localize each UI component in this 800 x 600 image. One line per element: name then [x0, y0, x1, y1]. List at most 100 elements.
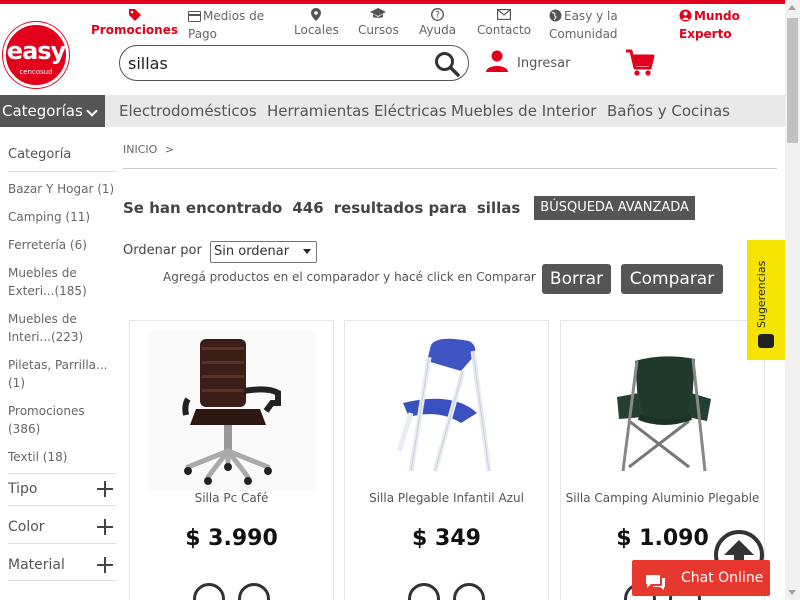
scroll-down-icon[interactable] — [788, 590, 796, 595]
page-scrollbar[interactable] — [785, 0, 800, 600]
product-image-office-chair[interactable] — [148, 331, 316, 491]
search-icon[interactable] — [434, 51, 460, 77]
scroll-up-icon[interactable] — [788, 5, 796, 10]
tag-icon — [91, 8, 178, 22]
help-icon: ? — [419, 8, 456, 22]
compare-button[interactable]: Comparar — [621, 264, 723, 294]
facet-color[interactable]: Color — [8, 515, 116, 539]
feedback-face-icon — [758, 334, 774, 348]
category-link-electrodomesticos[interactable]: Electrodomésticos — [119, 95, 257, 127]
sort-label: Ordenar por — [123, 243, 202, 258]
results-middle: resultados para — [333, 199, 467, 217]
card-icon — [188, 10, 201, 26]
product-price: $ 349 — [412, 526, 481, 551]
sidebar-item-muebles-exterior[interactable]: Muebles de Exteri...(185) — [8, 264, 118, 300]
nav-promociones[interactable]: Promociones — [91, 8, 178, 38]
globe-icon — [549, 9, 562, 26]
nav-promociones-label: Promociones — [91, 23, 178, 37]
nav-locales[interactable]: Locales — [294, 8, 339, 38]
sidebar-item-promociones[interactable]: Promociones (386) — [8, 402, 118, 438]
nav-comunidad-label-2: Comunidad — [549, 27, 618, 41]
sidebar-item-textil[interactable]: Textil (18) — [8, 448, 118, 466]
compare-icon[interactable] — [453, 583, 485, 600]
categories-dropdown-button[interactable]: Categorías — [0, 95, 105, 127]
category-bar: Categorías Electrodomésticos Herramienta… — [0, 95, 785, 127]
login-link[interactable]: Ingresar — [485, 50, 570, 76]
sidebar-item-label: Bazar Y Hogar (1) — [8, 182, 115, 196]
page: easy cencosud Promociones Medios de Pago… — [0, 0, 800, 600]
sidebar-item-label: Piletas, Parrilla... — [8, 358, 108, 372]
location-pin-icon — [294, 8, 339, 22]
sidebar-item-camping[interactable]: Camping (11) — [8, 208, 118, 226]
category-link-herramientas[interactable]: Herramientas Eléctricas — [267, 95, 447, 127]
product-name[interactable]: Silla Camping Aluminio Plegable — [561, 491, 764, 505]
chat-online-button[interactable]: Chat Online — [632, 560, 770, 596]
category-link-muebles-interior[interactable]: Muebles de Interior — [451, 95, 596, 127]
search-input[interactable] — [128, 50, 428, 76]
sidebar-item-label: Muebles de — [8, 312, 77, 326]
product-name[interactable]: Silla Pc Café — [130, 491, 333, 505]
sidebar-item-count: (386) — [8, 422, 41, 436]
sidebar-item-label: Camping (11) — [8, 210, 91, 224]
sidebar-item-label: Textil (18) — [8, 450, 68, 464]
sidebar-item-label: Promociones — [8, 404, 85, 418]
advanced-search-button[interactable]: BÚSQUEDA AVANZADA — [534, 196, 695, 220]
sidebar-item-bazar[interactable]: Bazar Y Hogar (1) — [8, 180, 118, 198]
sidebar-item-ferreteria[interactable]: Ferretería (6) — [8, 236, 118, 254]
facet-material[interactable]: Material — [8, 553, 116, 577]
product-price: $ 3.990 — [185, 526, 278, 551]
sidebar-item-muebles-interior[interactable]: Muebles de Interi...(223) — [8, 310, 118, 346]
sort-select[interactable]: Sin ordenar — [210, 241, 317, 263]
sidebar-title: Categoría — [8, 147, 72, 162]
nav-cursos[interactable]: Cursos — [358, 8, 399, 38]
nav-cursos-label: Cursos — [358, 23, 399, 37]
chevron-down-icon — [86, 105, 98, 117]
sidebar-divider — [8, 473, 116, 474]
sidebar-divider — [8, 580, 116, 581]
product-card[interactable]: Silla Pc Café $ 3.990 — [129, 320, 334, 600]
sidebar-item-piletas[interactable]: Piletas, Parrilla... (1) — [8, 356, 118, 392]
nav-ayuda[interactable]: ? Ayuda — [419, 8, 456, 38]
dropdown-arrow-icon — [303, 249, 311, 254]
product-card[interactable]: Silla Plegable Infantil Azul $ 349 — [344, 320, 549, 600]
login-label: Ingresar — [517, 55, 571, 71]
nav-medios-de-pago[interactable]: Medios de Pago — [188, 8, 264, 42]
add-to-cart-icon[interactable] — [408, 583, 440, 600]
suggestions-tab[interactable]: Sugerencias — [747, 240, 785, 360]
search-bar — [119, 45, 469, 81]
top-accent-line — [0, 0, 785, 4]
results-count: 446 — [292, 199, 324, 217]
categories-label: Categorías — [2, 102, 83, 120]
nav-contacto-label: Contacto — [477, 23, 532, 37]
nav-mundo-experto[interactable]: Mundo Experto — [679, 8, 740, 42]
add-to-cart-icon[interactable] — [193, 583, 225, 600]
results-prefix: Se han encontrado — [123, 199, 283, 217]
nav-contacto[interactable]: Contacto — [477, 8, 531, 38]
breadcrumb-home[interactable]: INICIO — [123, 143, 157, 156]
breadcrumb-separator: > — [164, 143, 175, 156]
graduation-cap-icon — [358, 8, 399, 22]
nav-locales-label: Locales — [294, 23, 339, 37]
cart-icon[interactable] — [625, 48, 655, 78]
compare-icon[interactable] — [238, 583, 270, 600]
expert-badge-icon — [679, 9, 692, 26]
user-icon — [485, 49, 509, 77]
results-summary: Se han encontrado 446 resultados para si… — [123, 196, 695, 220]
easy-logo[interactable]: easy cencosud — [3, 22, 69, 88]
category-link-banos-cocinas[interactable]: Baños y Cocinas — [607, 95, 730, 127]
logo-subtext: cencosud — [19, 68, 53, 76]
product-image-camping-chair[interactable] — [579, 331, 747, 491]
mail-icon — [477, 8, 531, 22]
results-term: sillas — [476, 199, 521, 217]
sidebar-item-count: Exteri...(185) — [8, 284, 87, 298]
scrollbar-thumb[interactable] — [787, 18, 798, 143]
chat-label: Chat Online — [681, 570, 764, 586]
facet-label: Color — [8, 519, 45, 535]
plus-icon — [97, 557, 113, 573]
clear-compare-button[interactable]: Borrar — [542, 264, 611, 294]
product-image-folding-chair[interactable] — [363, 331, 531, 491]
facet-tipo[interactable]: Tipo — [8, 477, 116, 501]
product-name[interactable]: Silla Plegable Infantil Azul — [345, 491, 548, 505]
nav-comunidad-label-1: Easy y la — [564, 9, 618, 23]
nav-comunidad[interactable]: Easy y la Comunidad — [549, 8, 618, 42]
